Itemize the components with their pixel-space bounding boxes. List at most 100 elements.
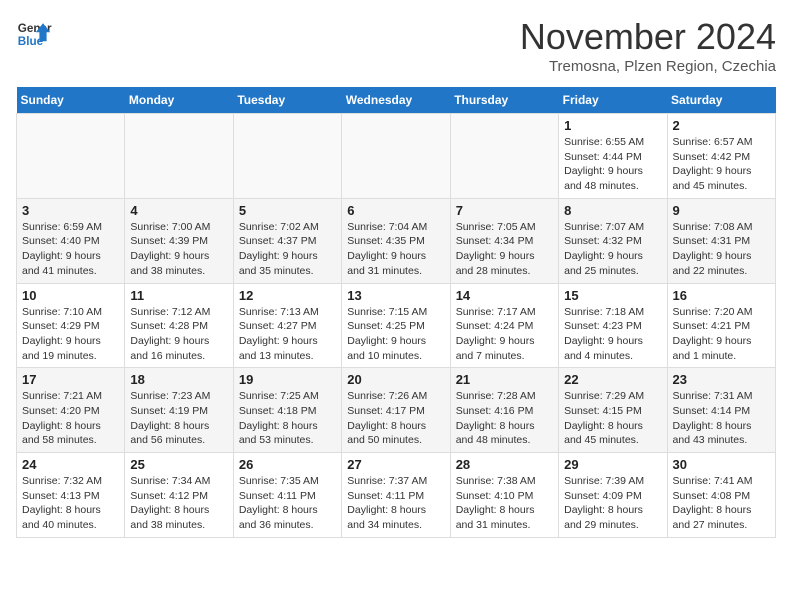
calendar-cell: 26 Sunrise: 7:35 AM Sunset: 4:11 PM Dayli… [233, 453, 341, 538]
day-number: 2 [673, 118, 770, 133]
day-detail: Sunrise: 6:55 AM Sunset: 4:44 PM Dayligh… [564, 135, 661, 194]
day-detail: Sunrise: 7:32 AM Sunset: 4:13 PM Dayligh… [22, 474, 119, 533]
day-number: 26 [239, 457, 336, 472]
calendar-cell: 19 Sunrise: 7:25 AM Sunset: 4:18 PM Dayli… [233, 368, 341, 453]
calendar-cell [233, 114, 341, 199]
day-number: 16 [673, 288, 770, 303]
calendar-body: 1 Sunrise: 6:55 AM Sunset: 4:44 PM Daylig… [17, 114, 776, 538]
day-detail: Sunrise: 7:35 AM Sunset: 4:11 PM Dayligh… [239, 474, 336, 533]
calendar-cell: 11Sunrise: 7:12 AM Sunset: 4:28 PM Dayli… [125, 283, 233, 368]
day-detail: Sunrise: 7:29 AM Sunset: 4:15 PM Dayligh… [564, 389, 661, 448]
day-detail: Sunrise: 7:21 AM Sunset: 4:20 PM Dayligh… [22, 389, 119, 448]
day-number: 4 [130, 203, 227, 218]
day-detail: Sunrise: 7:02 AM Sunset: 4:37 PM Dayligh… [239, 220, 336, 279]
calendar-cell [450, 114, 558, 199]
calendar-cell: 13 Sunrise: 7:15 AM Sunset: 4:25 PM Dayli… [342, 283, 450, 368]
day-number: 28 [456, 457, 553, 472]
day-detail: Sunrise: 7:25 AM Sunset: 4:18 PM Dayligh… [239, 389, 336, 448]
day-detail: Sunrise: 6:57 AM Sunset: 4:42 PM Dayligh… [673, 135, 770, 194]
day-number: 29 [564, 457, 661, 472]
calendar-cell: 27 Sunrise: 7:37 AM Sunset: 4:11 PM Dayli… [342, 453, 450, 538]
day-detail: Sunrise: 7:39 AM Sunset: 4:09 PM Dayligh… [564, 474, 661, 533]
day-detail: Sunrise: 7:07 AM Sunset: 4:32 PM Dayligh… [564, 220, 661, 279]
calendar-week-1: 1 Sunrise: 6:55 AM Sunset: 4:44 PM Daylig… [17, 114, 776, 199]
calendar-cell: 15 Sunrise: 7:18 AM Sunset: 4:23 PM Dayli… [559, 283, 667, 368]
col-header-wednesday: Wednesday [342, 87, 450, 114]
day-detail: Sunrise: 7:37 AM Sunset: 4:11 PM Dayligh… [347, 474, 444, 533]
day-detail: Sunrise: 7:12 AM Sunset: 4:28 PM Dayligh… [130, 305, 227, 364]
location-title: Tremosna, Plzen Region, Czechia [520, 58, 776, 75]
calendar-cell: 10 Sunrise: 7:10 AM Sunset: 4:29 PM Dayli… [17, 283, 125, 368]
day-number: 10 [22, 288, 119, 303]
calendar-cell: 6 Sunrise: 7:04 AM Sunset: 4:35 PM Daylig… [342, 198, 450, 283]
calendar-cell: 22 Sunrise: 7:29 AM Sunset: 4:15 PM Dayli… [559, 368, 667, 453]
logo-icon: General Blue [16, 16, 52, 52]
day-detail: Sunrise: 7:34 AM Sunset: 4:12 PM Dayligh… [130, 474, 227, 533]
calendar-cell: 28Sunrise: 7:38 AM Sunset: 4:10 PM Dayli… [450, 453, 558, 538]
day-number: 27 [347, 457, 444, 472]
day-number: 17 [22, 372, 119, 387]
calendar-cell: 1 Sunrise: 6:55 AM Sunset: 4:44 PM Daylig… [559, 114, 667, 199]
calendar-cell: 17 Sunrise: 7:21 AM Sunset: 4:20 PM Dayli… [17, 368, 125, 453]
day-detail: Sunrise: 6:59 AM Sunset: 4:40 PM Dayligh… [22, 220, 119, 279]
header: General Blue November 2024 Tremosna, Plz… [16, 16, 776, 75]
col-header-monday: Monday [125, 87, 233, 114]
day-number: 13 [347, 288, 444, 303]
day-number: 3 [22, 203, 119, 218]
calendar-cell: 18 Sunrise: 7:23 AM Sunset: 4:19 PM Dayli… [125, 368, 233, 453]
day-number: 5 [239, 203, 336, 218]
calendar-cell: 8 Sunrise: 7:07 AM Sunset: 4:32 PM Daylig… [559, 198, 667, 283]
title-area: November 2024 Tremosna, Plzen Region, Cz… [520, 16, 776, 75]
day-detail: Sunrise: 7:18 AM Sunset: 4:23 PM Dayligh… [564, 305, 661, 364]
calendar-table: SundayMondayTuesdayWednesdayThursdayFrid… [16, 87, 776, 538]
day-detail: Sunrise: 7:26 AM Sunset: 4:17 PM Dayligh… [347, 389, 444, 448]
calendar-cell: 12Sunrise: 7:13 AM Sunset: 4:27 PM Dayli… [233, 283, 341, 368]
day-number: 18 [130, 372, 227, 387]
calendar-cell: 2 Sunrise: 6:57 AM Sunset: 4:42 PM Daylig… [667, 114, 775, 199]
calendar-cell: 30Sunrise: 7:41 AM Sunset: 4:08 PM Dayli… [667, 453, 775, 538]
day-detail: Sunrise: 7:05 AM Sunset: 4:34 PM Dayligh… [456, 220, 553, 279]
calendar-header-row: SundayMondayTuesdayWednesdayThursdayFrid… [17, 87, 776, 114]
day-detail: Sunrise: 7:31 AM Sunset: 4:14 PM Dayligh… [673, 389, 770, 448]
day-detail: Sunrise: 7:28 AM Sunset: 4:16 PM Dayligh… [456, 389, 553, 448]
day-number: 19 [239, 372, 336, 387]
logo: General Blue [16, 16, 52, 52]
day-number: 15 [564, 288, 661, 303]
day-number: 1 [564, 118, 661, 133]
calendar-week-3: 10 Sunrise: 7:10 AM Sunset: 4:29 PM Dayli… [17, 283, 776, 368]
day-number: 23 [673, 372, 770, 387]
day-number: 12 [239, 288, 336, 303]
calendar-week-4: 17 Sunrise: 7:21 AM Sunset: 4:20 PM Dayli… [17, 368, 776, 453]
day-number: 30 [673, 457, 770, 472]
calendar-cell: 3 Sunrise: 6:59 AM Sunset: 4:40 PM Daylig… [17, 198, 125, 283]
calendar-cell [342, 114, 450, 199]
day-number: 20 [347, 372, 444, 387]
calendar-cell [125, 114, 233, 199]
day-detail: Sunrise: 7:23 AM Sunset: 4:19 PM Dayligh… [130, 389, 227, 448]
day-number: 8 [564, 203, 661, 218]
day-detail: Sunrise: 7:17 AM Sunset: 4:24 PM Dayligh… [456, 305, 553, 364]
calendar-week-2: 3 Sunrise: 6:59 AM Sunset: 4:40 PM Daylig… [17, 198, 776, 283]
day-detail: Sunrise: 7:04 AM Sunset: 4:35 PM Dayligh… [347, 220, 444, 279]
day-detail: Sunrise: 7:10 AM Sunset: 4:29 PM Dayligh… [22, 305, 119, 364]
col-header-tuesday: Tuesday [233, 87, 341, 114]
calendar-cell: 29 Sunrise: 7:39 AM Sunset: 4:09 PM Dayli… [559, 453, 667, 538]
day-number: 24 [22, 457, 119, 472]
day-number: 9 [673, 203, 770, 218]
day-number: 22 [564, 372, 661, 387]
day-number: 6 [347, 203, 444, 218]
day-detail: Sunrise: 7:08 AM Sunset: 4:31 PM Dayligh… [673, 220, 770, 279]
day-number: 25 [130, 457, 227, 472]
col-header-sunday: Sunday [17, 87, 125, 114]
col-header-saturday: Saturday [667, 87, 775, 114]
calendar-cell: 7 Sunrise: 7:05 AM Sunset: 4:34 PM Daylig… [450, 198, 558, 283]
calendar-cell: 9 Sunrise: 7:08 AM Sunset: 4:31 PM Daylig… [667, 198, 775, 283]
day-number: 21 [456, 372, 553, 387]
day-number: 7 [456, 203, 553, 218]
calendar-cell: 21 Sunrise: 7:28 AM Sunset: 4:16 PM Dayli… [450, 368, 558, 453]
calendar-cell: 24 Sunrise: 7:32 AM Sunset: 4:13 PM Dayli… [17, 453, 125, 538]
calendar-cell: 4Sunrise: 7:00 AM Sunset: 4:39 PM Daylig… [125, 198, 233, 283]
day-number: 14 [456, 288, 553, 303]
calendar-cell: 16Sunrise: 7:20 AM Sunset: 4:21 PM Dayli… [667, 283, 775, 368]
day-detail: Sunrise: 7:15 AM Sunset: 4:25 PM Dayligh… [347, 305, 444, 364]
